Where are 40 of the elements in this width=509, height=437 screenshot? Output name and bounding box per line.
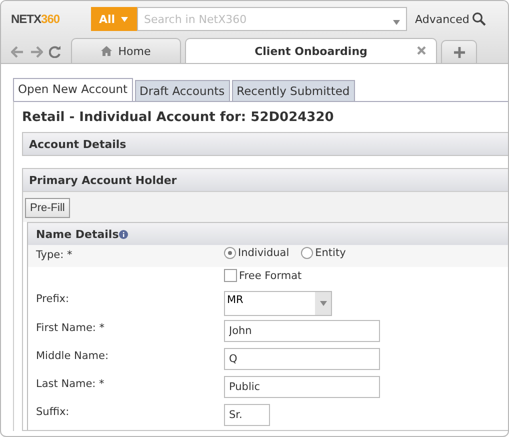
browser-tab[interactable]: Client Onboarding [185, 38, 437, 63]
radio-option[interactable]: Entity [301, 247, 346, 259]
text-field[interactable]: Public [224, 376, 380, 398]
plus-icon [454, 46, 464, 58]
forward-icon[interactable] [30, 46, 43, 58]
page-tab[interactable]: Recently Submitted [232, 80, 355, 101]
pre-fill-button[interactable]: Pre-Fill [25, 198, 70, 218]
page-tab[interactable]: Draft Accounts [134, 80, 230, 101]
advanced-search-link[interactable]: Advanced [415, 12, 486, 26]
search-bar[interactable]: Search in NetX360 [137, 7, 407, 31]
text-field[interactable]: Sr. [224, 404, 270, 426]
section-header[interactable]: Name Details [28, 223, 508, 245]
caret-icon [121, 16, 128, 22]
new-tab-button[interactable] [441, 40, 477, 63]
prefix-select[interactable]: MR [224, 291, 332, 316]
dropdown-caret-icon [320, 301, 326, 306]
search-field[interactable]: Search in NetX360 [138, 12, 393, 26]
home-icon [101, 46, 112, 56]
section-header[interactable]: Primary Account Holder [23, 169, 508, 191]
field-label: Prefix: [35, 292, 70, 305]
page-title: Retail - Individual Account for: 52D024320 [22, 110, 335, 125]
refresh-icon[interactable] [49, 46, 61, 58]
field-label: Type: * [35, 248, 74, 261]
info-icon[interactable] [118, 230, 128, 238]
back-icon[interactable] [11, 46, 24, 58]
field-label: Suffix: [35, 405, 70, 418]
field-label: Middle Name: [35, 349, 110, 362]
search-icon [472, 12, 486, 26]
section-title: Name Details [36, 228, 119, 240]
section-header[interactable]: Account Details [23, 133, 508, 155]
checkbox-option[interactable]: Free Format [224, 269, 302, 282]
logo: NETX360 [11, 12, 61, 26]
page-tab[interactable]: Open New Account [13, 78, 133, 101]
radio-option[interactable]: Individual [224, 247, 290, 259]
dropdown-caret-icon [393, 20, 400, 24]
text-field[interactable]: Q [224, 348, 380, 370]
browser-tab[interactable]: Home [71, 38, 181, 63]
field-label: First Name: * [35, 321, 106, 334]
field-label: Last Name: * [35, 377, 106, 390]
close-icon[interactable] [417, 46, 426, 54]
